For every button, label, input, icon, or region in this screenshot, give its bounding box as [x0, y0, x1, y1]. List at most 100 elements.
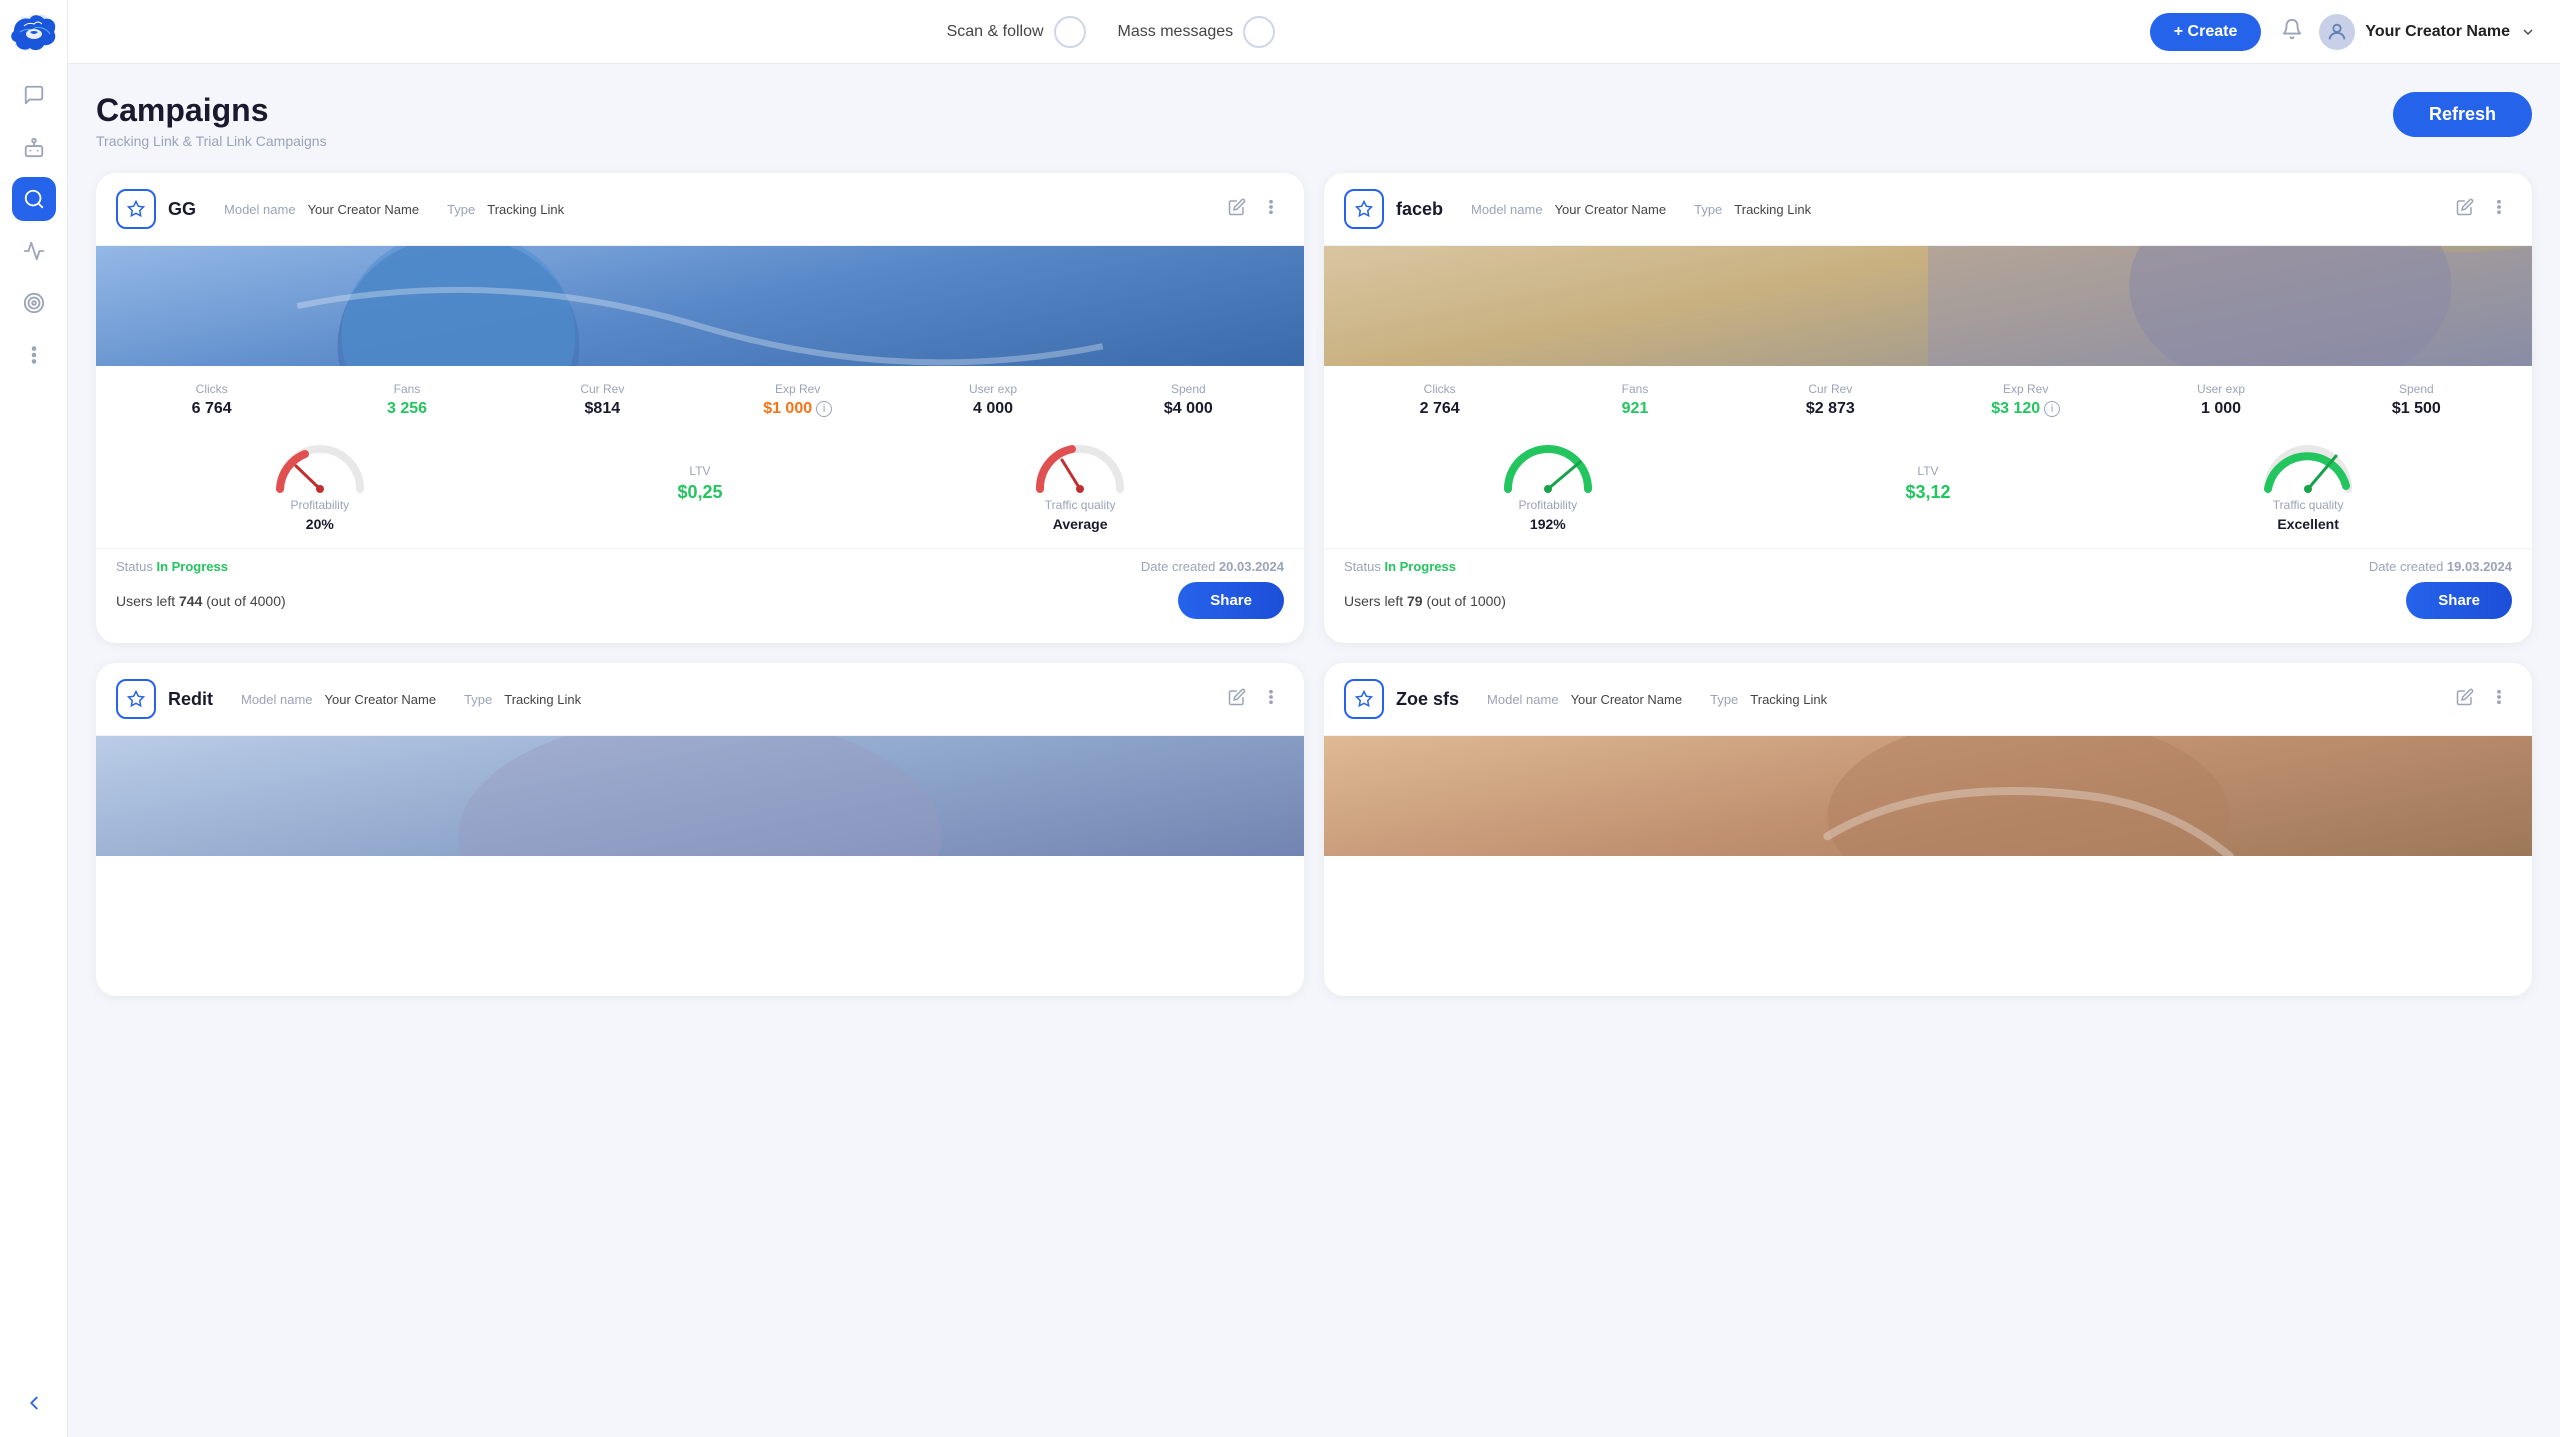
star-button-zoesfs[interactable] — [1344, 679, 1384, 719]
edit-button-zoesfs[interactable] — [2452, 684, 2478, 715]
clicks-label-gg: Clicks — [196, 382, 228, 396]
type-label-redit: Type — [464, 692, 492, 707]
currev-label-gg: Cur Rev — [580, 382, 624, 396]
model-label-redit: Model name — [241, 692, 313, 707]
topnav-right: Your Creator Name — [2281, 14, 2536, 50]
star-button-faceb[interactable] — [1344, 189, 1384, 229]
card-footer-gg: Status In Progress Date created 20.03.20… — [96, 548, 1304, 643]
page-header: Campaigns Tracking Link & Trial Link Cam… — [96, 92, 2532, 149]
profitability-value-gg: 20% — [306, 516, 334, 532]
edit-button-redit[interactable] — [1224, 684, 1250, 715]
profitability-label-faceb: Profitability — [1518, 498, 1577, 512]
profitability-label-gg: Profitability — [290, 498, 349, 512]
mass-messages-circle[interactable] — [1243, 16, 1275, 48]
model-label-gg: Model name — [224, 202, 296, 217]
card-actions-faceb — [2452, 194, 2512, 225]
spend-label-gg: Spend — [1171, 382, 1206, 396]
card-stats-redit — [96, 856, 1304, 916]
card-gauges-zoesfs — [1324, 916, 2532, 996]
card-footer-faceb: Status In Progress Date created 19.03.20… — [1324, 548, 2532, 643]
refresh-button[interactable]: Refresh — [2393, 92, 2532, 137]
sidebar-item-chat[interactable] — [12, 73, 56, 117]
users-left-faceb: Users left 79 (out of 1000) — [1344, 593, 1506, 609]
model-value-gg: Your Creator Name — [308, 202, 420, 217]
more-button-faceb[interactable] — [2486, 194, 2512, 225]
fans-value-gg: 3 256 — [387, 400, 427, 418]
more-button-zoesfs[interactable] — [2486, 684, 2512, 715]
content-area: Campaigns Tracking Link & Trial Link Cam… — [68, 64, 2560, 1437]
stat-userexp-faceb: User exp 1 000 — [2125, 382, 2316, 418]
profitability-svg-gg — [270, 434, 370, 494]
star-button-redit[interactable] — [116, 679, 156, 719]
stat-currev-faceb: Cur Rev $2 873 — [1735, 382, 1926, 418]
edit-button-gg[interactable] — [1224, 194, 1250, 225]
logo[interactable] — [8, 12, 60, 57]
card-image-redit — [96, 736, 1304, 856]
campaign-card-zoesfs: Zoe sfs Model name Your Creator Name Typ… — [1324, 663, 2532, 996]
ltv-value-faceb: $3,12 — [1905, 482, 1950, 503]
exprev-label-gg: Exp Rev — [775, 382, 820, 396]
share-button-gg[interactable]: Share — [1178, 582, 1284, 619]
clicks-label-faceb: Clicks — [1424, 382, 1456, 396]
scan-follow-label: Scan & follow — [947, 23, 1044, 41]
page-title: Campaigns — [96, 92, 327, 129]
card-actions-redit — [1224, 684, 1284, 715]
create-button[interactable]: + Create — [2150, 13, 2262, 51]
stat-fans-gg: Fans 3 256 — [311, 382, 502, 418]
creator-name[interactable]: Your Creator Name — [2319, 14, 2536, 50]
status-value-gg: In Progress — [156, 559, 228, 574]
userexp-value-gg: 4 000 — [973, 400, 1013, 418]
campaign-card-gg: GG Model name Your Creator Name Type Tra… — [96, 173, 1304, 643]
sidebar-item-more[interactable] — [12, 333, 56, 377]
model-value-zoesfs: Your Creator Name — [1571, 692, 1683, 707]
sidebar-item-bot[interactable] — [12, 125, 56, 169]
bell-icon[interactable] — [2281, 18, 2303, 46]
scan-follow-circle[interactable] — [1054, 16, 1086, 48]
card-stats-gg: Clicks 6 764 Fans 3 256 Cur Rev $814 Exp… — [96, 366, 1304, 426]
profitability-svg-faceb — [1498, 434, 1598, 494]
exprev-info-gg[interactable]: i — [816, 401, 832, 417]
topnav-center: Scan & follow Mass messages — [92, 16, 2130, 48]
sidebar-item-campaigns[interactable] — [12, 177, 56, 221]
more-button-gg[interactable] — [1258, 194, 1284, 225]
exprev-value-faceb: $3 120 — [1991, 400, 2040, 418]
star-button-gg[interactable] — [116, 189, 156, 229]
spend-value-faceb: $1 500 — [2392, 400, 2441, 418]
topnav: Scan & follow Mass messages + Create You… — [68, 0, 2560, 64]
spend-label-faceb: Spend — [2399, 382, 2434, 396]
sidebar-item-analytics[interactable] — [12, 229, 56, 273]
edit-button-faceb[interactable] — [2452, 194, 2478, 225]
mass-messages-toggle[interactable]: Mass messages — [1118, 16, 1276, 48]
ltv-label-gg: LTV — [689, 464, 710, 478]
type-value-zoesfs: Tracking Link — [1750, 692, 1827, 707]
sidebar-back-button[interactable] — [12, 1381, 56, 1425]
stat-clicks-faceb: Clicks 2 764 — [1344, 382, 1535, 418]
clicks-value-faceb: 2 764 — [1420, 400, 1460, 418]
stat-spend-gg: Spend $4 000 — [1093, 382, 1284, 418]
type-value-gg: Tracking Link — [487, 202, 564, 217]
card-gauges-redit — [96, 916, 1304, 996]
profitability-gauge-faceb: Profitability 192% — [1498, 434, 1598, 532]
traffic-label-gg: Traffic quality — [1045, 498, 1116, 512]
sidebar-item-targeting[interactable] — [12, 281, 56, 325]
chevron-down-icon — [2520, 24, 2536, 40]
exprev-label-faceb: Exp Rev — [2003, 382, 2048, 396]
exprev-info-faceb[interactable]: i — [2044, 401, 2060, 417]
more-button-redit[interactable] — [1258, 684, 1284, 715]
stat-exprev-faceb: Exp Rev $3 120 i — [1930, 382, 2121, 418]
stat-spend-faceb: Spend $1 500 — [2321, 382, 2512, 418]
creator-name-text: Your Creator Name — [2365, 23, 2510, 41]
scan-follow-toggle[interactable]: Scan & follow — [947, 16, 1086, 48]
share-button-faceb[interactable]: Share — [2406, 582, 2512, 619]
campaign-card-faceb: faceb Model name Your Creator Name Type … — [1324, 173, 2532, 643]
currev-label-faceb: Cur Rev — [1808, 382, 1852, 396]
card-image-zoesfs — [1324, 736, 2532, 856]
model-label-faceb: Model name — [1471, 202, 1543, 217]
profitability-value-faceb: 192% — [1530, 516, 1566, 532]
creator-avatar — [2319, 14, 2355, 50]
footer-row2-faceb: Users left 79 (out of 1000) Share — [1344, 582, 2512, 619]
userexp-label-gg: User exp — [969, 382, 1017, 396]
footer-row2-gg: Users left 744 (out of 4000) Share — [116, 582, 1284, 619]
ltv-value-gg: $0,25 — [677, 482, 722, 503]
stat-clicks-gg: Clicks 6 764 — [116, 382, 307, 418]
